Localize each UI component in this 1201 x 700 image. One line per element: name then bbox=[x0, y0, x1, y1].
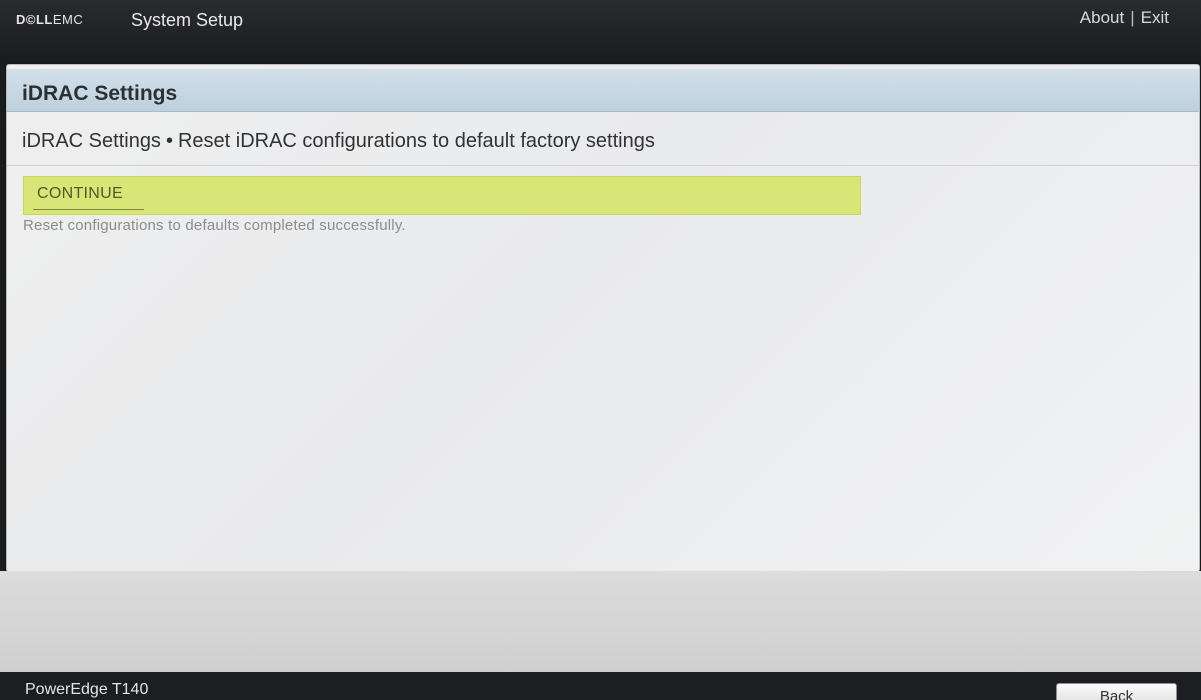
breadcrumb-current: Reset iDRAC configurations to default fa… bbox=[177, 130, 655, 152]
back-button[interactable]: Back bbox=[1056, 683, 1177, 700]
lower-background-band bbox=[0, 571, 1201, 672]
breadcrumb-parent: iDRAC Settings bbox=[22, 130, 161, 152]
top-header-bar: D©LLEMC System Setup About | Exit bbox=[0, 0, 1201, 56]
dell-emc-logo: D©LLEMC bbox=[16, 12, 83, 27]
top-links-separator: | bbox=[1130, 8, 1135, 27]
top-links: About | Exit bbox=[1080, 8, 1169, 28]
system-setup-screen: D©LLEMC System Setup About | Exit iDRAC Se… bbox=[0, 0, 1201, 700]
main-panel: iDRAC Settings iDRAC Settings • Reset iDRA… bbox=[6, 64, 1200, 572]
continue-underline bbox=[33, 209, 144, 210]
breadcrumb: iDRAC Settings • Reset iDRAC configuration… bbox=[22, 130, 655, 153]
continue-button[interactable]: CONTINUE bbox=[23, 176, 861, 215]
breadcrumb-separator: • bbox=[165, 130, 173, 152]
brand-emc-text: EMC bbox=[52, 12, 84, 27]
panel-header: iDRAC Settings bbox=[7, 69, 1199, 112]
continue-label: CONTINUE bbox=[37, 185, 123, 202]
footer-bar: PowerEdge T140 Back bbox=[0, 672, 1201, 700]
exit-link[interactable]: Exit bbox=[1141, 8, 1169, 27]
breadcrumb-divider bbox=[7, 165, 1199, 166]
panel-title: iDRAC Settings bbox=[22, 82, 178, 105]
server-model: PowerEdge T140 bbox=[25, 681, 149, 698]
status-message: Reset configurations to defaults complet… bbox=[23, 217, 406, 234]
app-title: System Setup bbox=[131, 10, 244, 30]
brand-dell-text: D©LL bbox=[16, 12, 53, 27]
about-link[interactable]: About bbox=[1080, 8, 1124, 27]
